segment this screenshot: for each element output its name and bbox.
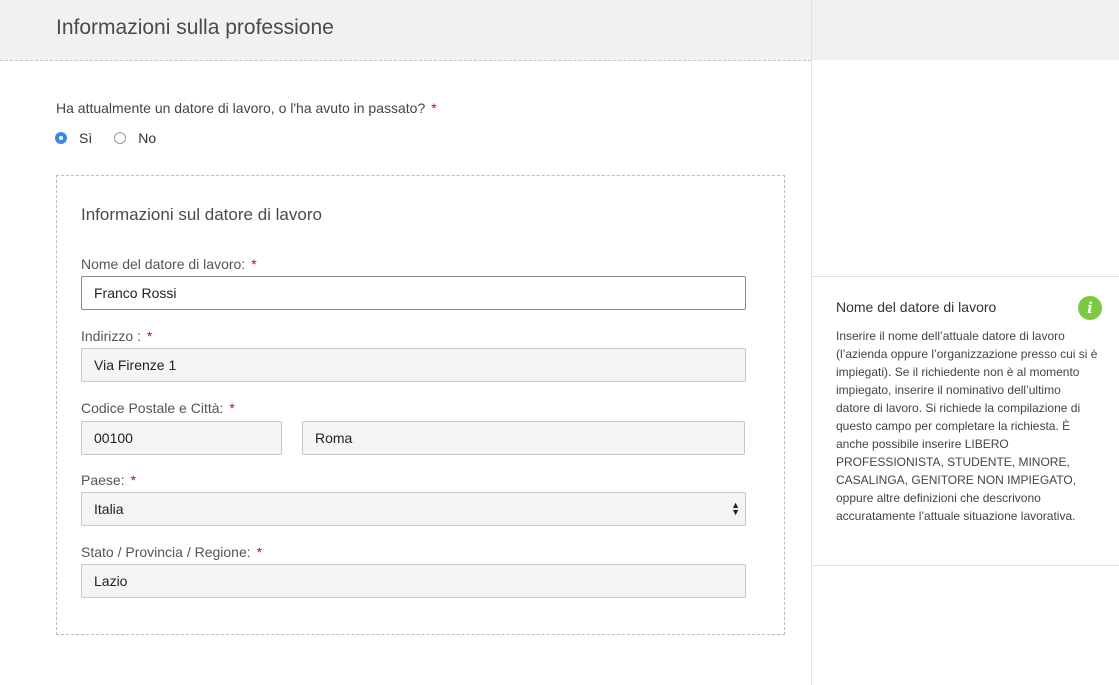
address-label-text: Indirizzo : — [81, 328, 141, 344]
postal-city-label: Codice Postale e Città: * — [81, 400, 235, 416]
radio-no-label[interactable]: No — [138, 130, 156, 146]
question-label: Ha attualmente un datore di lavoro, o l'… — [56, 100, 426, 116]
employer-info-box: Informazioni sul datore di lavoro Nome d… — [56, 175, 785, 635]
help-text: Inserire il nome dell’attuale datore di … — [836, 329, 1098, 523]
address-value: Via Firenze 1 — [94, 357, 177, 373]
required-mark: * — [431, 100, 437, 116]
required-mark: * — [256, 544, 263, 560]
address-input[interactable]: Via Firenze 1 — [81, 348, 746, 382]
required-mark: * — [130, 472, 137, 488]
city-input[interactable]: Roma — [302, 421, 745, 455]
help-panel: Nome del datore di lavoro i Inserire il … — [812, 276, 1119, 566]
region-label: Stato / Provincia / Regione: * — [81, 544, 262, 560]
country-selected-value: Italia — [94, 501, 124, 517]
help-title: Nome del datore di lavoro — [836, 299, 997, 315]
section-header: Informazioni sulla professione — [0, 0, 811, 61]
employer-box-title: Informazioni sul datore di lavoro — [81, 205, 322, 224]
radio-option-yes[interactable]: Sì — [55, 130, 92, 146]
radio-option-no[interactable]: No — [114, 130, 156, 146]
header-right-area — [812, 0, 1119, 60]
radio-yes[interactable] — [55, 132, 67, 144]
city-value: Roma — [315, 430, 353, 446]
required-mark: * — [229, 400, 235, 416]
select-arrows-icon: ▲ ▼ — [731, 500, 740, 517]
postal-code-input[interactable]: 00100 — [81, 421, 282, 455]
radio-yes-label[interactable]: Sì — [79, 130, 92, 146]
page-title: Informazioni sulla professione — [56, 16, 334, 39]
employer-name-label: Nome del datore di lavoro: * — [81, 256, 257, 272]
postal-city-label-text: Codice Postale e Città: — [81, 400, 224, 416]
employment-radio-group: Sì No — [55, 130, 178, 146]
employment-question: Ha attualmente un datore di lavoro, o l'… — [56, 100, 437, 116]
page: Informazioni sulla professione Ha attual… — [0, 0, 1119, 685]
required-mark: * — [146, 328, 153, 344]
employer-name-label-text: Nome del datore di lavoro: — [81, 256, 246, 272]
employer-name-input[interactable]: Franco Rossi — [81, 276, 746, 310]
region-label-text: Stato / Provincia / Regione: — [81, 544, 251, 560]
radio-no[interactable] — [114, 132, 127, 144]
region-value: Lazio — [94, 573, 128, 589]
info-icon: i — [1078, 296, 1102, 320]
country-label: Paese: * — [81, 472, 136, 488]
employer-name-value: Franco Rossi — [94, 285, 177, 301]
postal-code-value: 00100 — [94, 430, 133, 446]
country-select[interactable]: Italia ▲ ▼ — [81, 492, 746, 526]
country-label-text: Paese: — [81, 472, 125, 488]
required-mark: * — [251, 256, 257, 272]
region-input[interactable]: Lazio — [81, 564, 746, 598]
address-label: Indirizzo : * — [81, 328, 152, 344]
